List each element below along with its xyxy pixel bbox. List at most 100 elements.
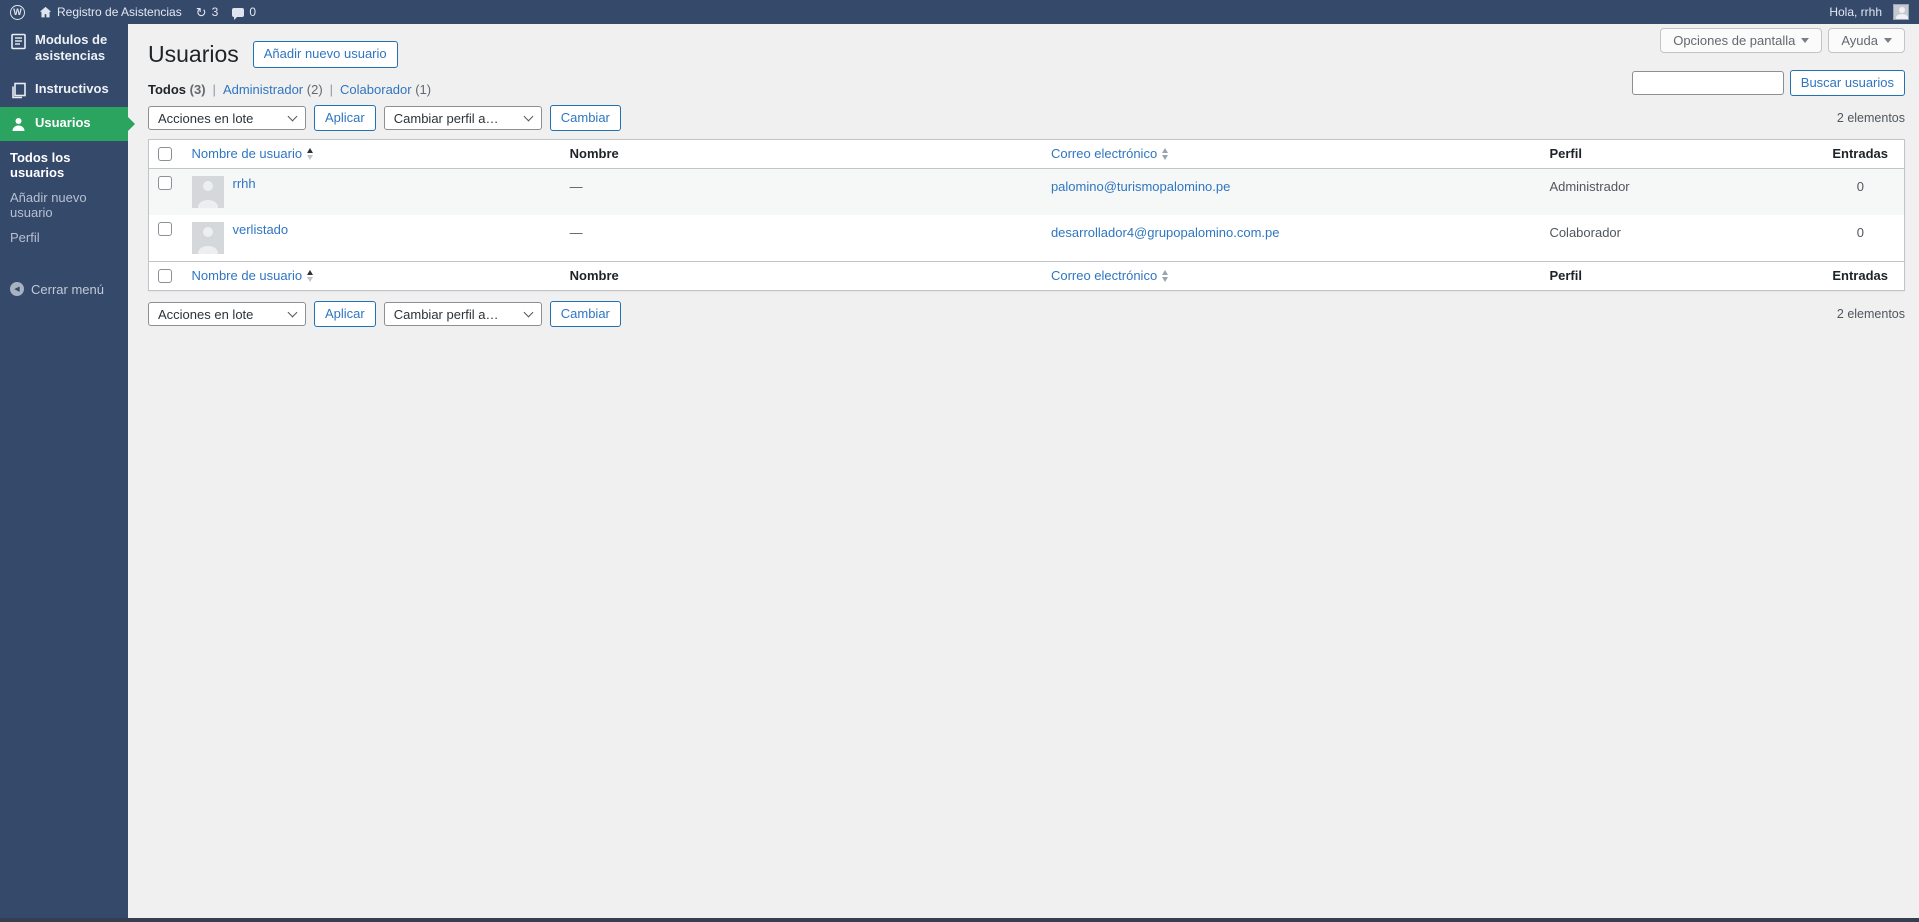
wordpress-logo-menu[interactable]: W [10,0,25,24]
search-users-input[interactable] [1631,71,1784,96]
column-footer-role: Perfil [1549,268,1582,283]
users-table: Nombre de usuario Nombre Correo electrón… [148,139,1905,291]
help-label: Ayuda [1841,33,1878,48]
change-role-button[interactable]: Cambiar [549,104,621,132]
collapse-arrow-icon: ◀ [10,282,24,296]
view-administrador[interactable]: Administrador (2) [223,82,323,97]
column-header-posts: Entradas [1832,146,1888,161]
chevron-down-icon [523,111,534,121]
user-row-rrhh: rrhh — palomino@turismopalomino.pe Admin… [148,168,1905,215]
select-all-checkbox[interactable] [158,269,172,283]
screen-meta-tabs: Opciones de pantalla Ayuda [1660,28,1905,53]
user-role: Administrador [1549,179,1630,194]
page-title: Usuarios [148,41,239,67]
column-footer-posts: Entradas [1832,268,1888,283]
submenu-item-anadir-nuevo-usuario[interactable]: Añadir nuevo usuario [0,185,128,225]
user-posts-count: 0 [1856,225,1864,240]
column-footer-email[interactable]: Correo electrónico [1051,268,1169,283]
column-header-role: Perfil [1549,146,1582,161]
top-bulk-actions-toolbar: Acciones en lote Aplicar Cambiar perfil … [148,104,1905,132]
items-count: 2 elementos [1836,111,1905,125]
main-content: Opciones de pantalla Ayuda Buscar usuari… [128,24,1919,918]
help-button[interactable]: Ayuda [1828,28,1905,53]
screen-options-label: Opciones de pantalla [1673,33,1796,48]
sidebar-item-label: Instructivos [35,80,109,96]
chevron-down-icon [287,307,298,317]
user-email-link[interactable]: desarrollador4@grupopalomino.com.pe [1051,225,1280,240]
view-separator: | [329,82,334,97]
user-search: Buscar usuarios [1631,70,1905,97]
row-checkbox[interactable] [158,222,172,236]
comments-count: 0 [249,5,257,19]
row-checkbox[interactable] [158,176,172,190]
document-pages-icon [12,82,26,98]
sort-icon [307,147,314,160]
view-count: (2) [306,82,323,97]
username-link[interactable]: verlistado [233,222,289,237]
view-colaborador[interactable]: Colaborador (1) [340,82,431,97]
column-header-email[interactable]: Correo electrónico [1051,146,1169,161]
sidebar-item-usuarios[interactable]: Usuarios [0,106,135,141]
table-footer-row: Nombre de usuario Nombre Correo electrón… [148,261,1905,291]
user-avatar [191,222,224,254]
sort-icon [1162,269,1169,282]
change-role-button-bottom[interactable]: Cambiar [549,300,621,328]
column-header-name: Nombre [569,146,619,161]
chevron-down-icon [287,111,298,121]
search-users-button[interactable]: Buscar usuarios [1789,70,1905,97]
sidebar-item-instructivos[interactable]: Instructivos [0,73,128,107]
comments-icon [232,7,245,20]
home-icon [39,6,52,17]
change-role-select-bottom[interactable]: Cambiar perfil a… [383,302,542,326]
apply-button-bottom[interactable]: Aplicar [314,300,376,328]
sort-icon [1162,147,1169,160]
collapse-menu-button[interactable]: ◀ Cerrar menú [0,274,128,305]
submenu-item-perfil[interactable]: Perfil [0,225,128,250]
comments-indicator[interactable]: 0 [232,0,256,24]
horizontal-scrollbar[interactable] [0,918,1919,922]
items-count: 2 elementos [1836,307,1905,321]
select-all-checkbox[interactable] [158,147,172,161]
add-new-user-button[interactable]: Añadir nuevo usuario [252,41,398,68]
view-separator: | [212,82,216,97]
wordpress-logo-icon: W [10,4,25,20]
view-count: (3) [189,82,206,97]
table-header-row: Nombre de usuario Nombre Correo electrón… [148,139,1905,169]
change-role-value: Cambiar perfil a… [393,306,499,322]
user-email-link[interactable]: palomino@turismopalomino.pe [1051,179,1230,194]
bottom-bulk-actions-toolbar: Acciones en lote Aplicar Cambiar perfil … [148,300,1905,328]
user-avatar [191,176,224,208]
collapse-menu-label: Cerrar menú [31,281,104,297]
usuarios-submenu: Todos los usuarios Añadir nuevo usuario … [0,141,128,256]
user-name: — [569,225,583,240]
chevron-down-icon [1884,38,1892,47]
view-todos[interactable]: Todos (3) [148,82,206,97]
bulk-actions-select-bottom[interactable]: Acciones en lote [148,302,306,326]
account-menu[interactable]: Hola, rrhh [1829,0,1909,24]
bulk-actions-select[interactable]: Acciones en lote [148,106,306,130]
change-role-select[interactable]: Cambiar perfil a… [383,106,542,130]
updates-icon: ↻ [195,4,207,20]
user-icon [12,117,25,131]
bulk-actions-value: Acciones en lote [158,306,254,322]
site-name-link[interactable]: Registro de Asistencias [39,0,182,24]
site-name-label: Registro de Asistencias [57,5,182,19]
sidebar-item-modulos-de-asistencias[interactable]: Modulos de asistencias [0,24,128,73]
column-header-username[interactable]: Nombre de usuario [192,146,314,161]
user-row-verlistado: verlistado — desarrollador4@grupopalomin… [149,215,1905,262]
user-posts-count: 0 [1856,179,1864,194]
admin-sidebar: Modulos de asistencias Instructivos Usua… [0,24,135,922]
screen-options-button[interactable]: Opciones de pantalla [1660,28,1823,53]
chevron-down-icon [1801,38,1810,47]
updates-indicator[interactable]: ↻ 3 [196,0,219,24]
clipboard-list-icon [11,33,26,50]
submenu-item-todos-los-usuarios[interactable]: Todos los usuarios [0,145,128,185]
apply-button[interactable]: Aplicar [314,104,376,132]
view-count: (1) [415,82,432,97]
updates-count: 3 [211,5,219,19]
column-footer-username[interactable]: Nombre de usuario [192,268,314,283]
username-link[interactable]: rrhh [233,176,256,191]
chevron-down-icon [523,307,534,317]
bulk-actions-value: Acciones en lote [158,110,254,126]
admin-bar: W Registro de Asistencias ↻ 3 0 Hola, rr… [0,0,1919,24]
